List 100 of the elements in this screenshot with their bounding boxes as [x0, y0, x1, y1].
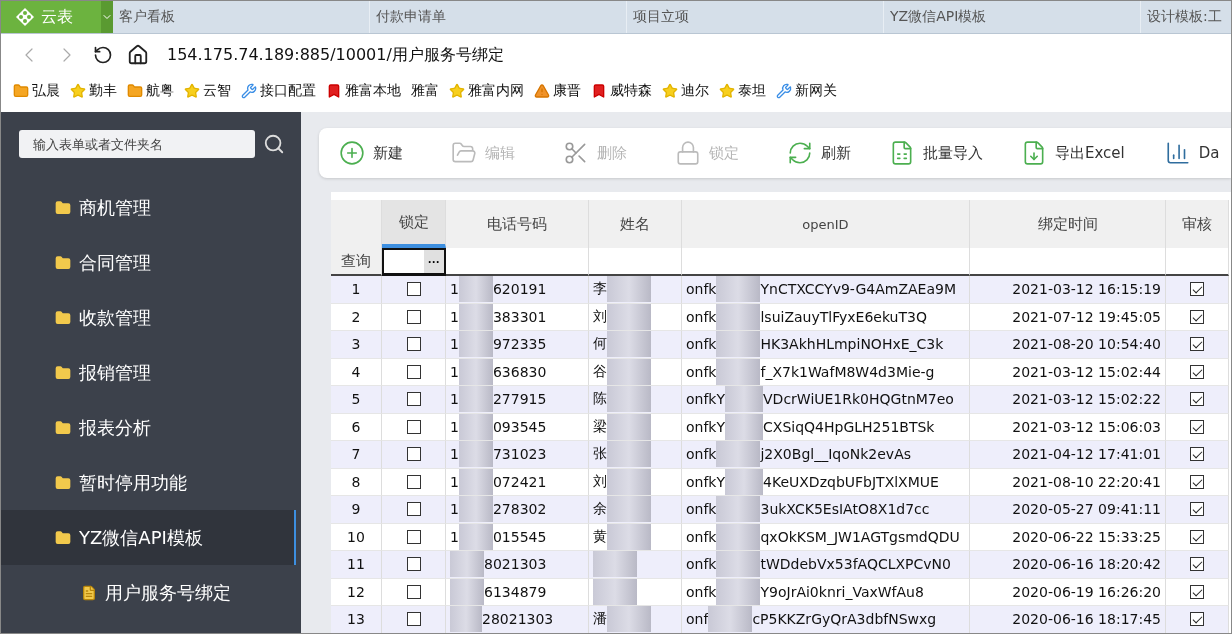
bookmark-link[interactable]: 勤丰 [70, 82, 117, 100]
bar-chart-icon [1164, 140, 1191, 166]
column-header[interactable]: 审核 [1166, 200, 1229, 248]
sidebar-item[interactable]: 合同管理 [1, 235, 301, 290]
checkbox[interactable] [406, 447, 421, 462]
table-cell: 2021-07-12 19:45:05 [970, 303, 1166, 331]
checkbox[interactable] [406, 474, 421, 489]
checkbox[interactable] [406, 529, 421, 544]
folder-icon [55, 474, 71, 491]
sidebar-item[interactable]: 暂时停用功能 [1, 455, 301, 510]
bookmark-link[interactable]: 威特森 [591, 82, 652, 100]
toolbar-button[interactable]: 新建 [339, 140, 403, 166]
checkbox[interactable] [1190, 502, 1204, 517]
logo-icon [15, 7, 35, 27]
table-cell: 8021303 [446, 551, 589, 579]
table-cell: 何 [589, 331, 682, 359]
row-number: 9 [331, 496, 382, 524]
table-cell: 2021-03-12 15:02:44 [970, 358, 1166, 386]
toolbar-button[interactable]: 刷新 [787, 140, 851, 166]
checkbox[interactable] [406, 364, 421, 379]
bookmark-link[interactable]: 弘晨 [13, 82, 60, 100]
star-icon [184, 83, 200, 99]
checkbox[interactable] [406, 282, 421, 297]
tab[interactable]: 设计模板:工 [1141, 1, 1231, 33]
bookmark-link[interactable]: 雅富本地 [326, 82, 401, 100]
toolbar-button[interactable]: Da [1164, 140, 1220, 166]
tab[interactable]: 项目立项 [627, 1, 884, 33]
bookmark-link[interactable]: 航粤 [127, 82, 174, 100]
bookmark-link[interactable]: 雅富 [411, 82, 439, 100]
address-text[interactable]: 154.175.74.189:885/10001/用户服务号绑定 [167, 44, 504, 66]
row-number: 4 [331, 358, 382, 386]
checkbox[interactable] [1190, 584, 1204, 599]
column-header[interactable]: 锁定 [382, 200, 446, 248]
table-cell: 2021-08-20 10:54:40 [970, 331, 1166, 359]
sidebar-item[interactable]: 商机管理 [1, 180, 301, 235]
table-cell: 潘 [589, 606, 682, 633]
column-header[interactable]: 电话号码 [446, 200, 589, 248]
sidebar-item[interactable]: 用户服务号绑定 [1, 565, 301, 620]
filter-cell[interactable] [970, 248, 1166, 276]
checkbox[interactable] [1190, 474, 1204, 489]
filter-cell[interactable] [682, 248, 970, 276]
more-button[interactable]: ··· [424, 250, 444, 273]
search-field[interactable]: 输入表单或者文件夹名 [19, 130, 255, 158]
checkbox[interactable] [406, 584, 421, 599]
checkbox[interactable] [1190, 529, 1204, 544]
checkbox[interactable] [406, 502, 421, 517]
toolbar-button[interactable]: 批量导入 [889, 140, 983, 166]
column-header[interactable]: 姓名 [589, 200, 682, 248]
tab[interactable]: 客户看板 [113, 1, 370, 33]
sidebar-item[interactable]: 报表分析 [1, 400, 301, 455]
filter-cell[interactable] [446, 248, 589, 276]
checkbox[interactable] [1190, 419, 1204, 434]
reload-icon[interactable] [93, 45, 113, 65]
checkbox[interactable] [406, 612, 421, 627]
checkbox[interactable] [1190, 557, 1204, 572]
checkbox[interactable] [1190, 364, 1204, 379]
bookmark-link[interactable]: 新网关 [776, 82, 837, 100]
checkbox[interactable] [406, 419, 421, 434]
checkbox[interactable] [1190, 612, 1204, 627]
add-icon [339, 140, 365, 166]
checkbox[interactable] [1190, 309, 1204, 324]
bookmark-link[interactable]: 泰坦 [719, 82, 766, 100]
bookmark-link[interactable]: 康晋 [534, 82, 581, 100]
tab[interactable]: YZ微信API模板 [884, 1, 1141, 33]
sidebar-item[interactable]: 收款管理 [1, 290, 301, 345]
bookmark-link[interactable]: 接口配置 [241, 82, 316, 100]
table-cell: 刘 [589, 468, 682, 496]
sidebar-item[interactable]: YZ微信API模板 [1, 510, 296, 565]
checkbox[interactable] [406, 337, 421, 352]
column-header[interactable]: 绑定时间 [970, 200, 1166, 248]
checkbox[interactable] [406, 309, 421, 324]
table-cell: 2021-03-12 15:06:03 [970, 413, 1166, 441]
checkbox[interactable] [1190, 282, 1204, 297]
bookmark-link[interactable]: 雅富内网 [449, 82, 524, 100]
home-icon[interactable] [127, 44, 149, 66]
checkbox[interactable] [1190, 447, 1204, 462]
bookmark-link[interactable]: 云智 [184, 82, 231, 100]
row-number: 3 [331, 331, 382, 359]
bookmark-link[interactable]: 迪尔 [662, 82, 709, 100]
checkbox[interactable] [406, 557, 421, 572]
table-cell: 1 731023 [446, 441, 589, 469]
table-cell: onfk qxOkKSM_JW1AGTgsmdQDU [682, 523, 970, 551]
checkbox[interactable] [1190, 392, 1204, 407]
table-cell: 2020-06-22 15:33:25 [970, 523, 1166, 551]
checkbox[interactable] [1190, 337, 1204, 352]
checkbox[interactable] [406, 392, 421, 407]
filter-cell[interactable] [1166, 248, 1229, 276]
filter-cell[interactable] [589, 248, 682, 276]
folder-icon [127, 83, 143, 99]
sidebar-item[interactable]: 报销管理 [1, 345, 301, 400]
tab[interactable]: 付款申请单 [370, 1, 627, 33]
warning-icon [534, 83, 550, 99]
star-icon [449, 83, 465, 99]
column-header[interactable]: openID [682, 200, 970, 248]
toolbar-button[interactable]: 导出Excel [1021, 140, 1125, 166]
table-cell: 1 383301 [446, 303, 589, 331]
folder-icon [55, 309, 71, 326]
folder-icon [55, 199, 71, 216]
table-cell: 2021-03-12 16:15:19 [970, 276, 1166, 304]
search-icon[interactable] [263, 133, 285, 155]
